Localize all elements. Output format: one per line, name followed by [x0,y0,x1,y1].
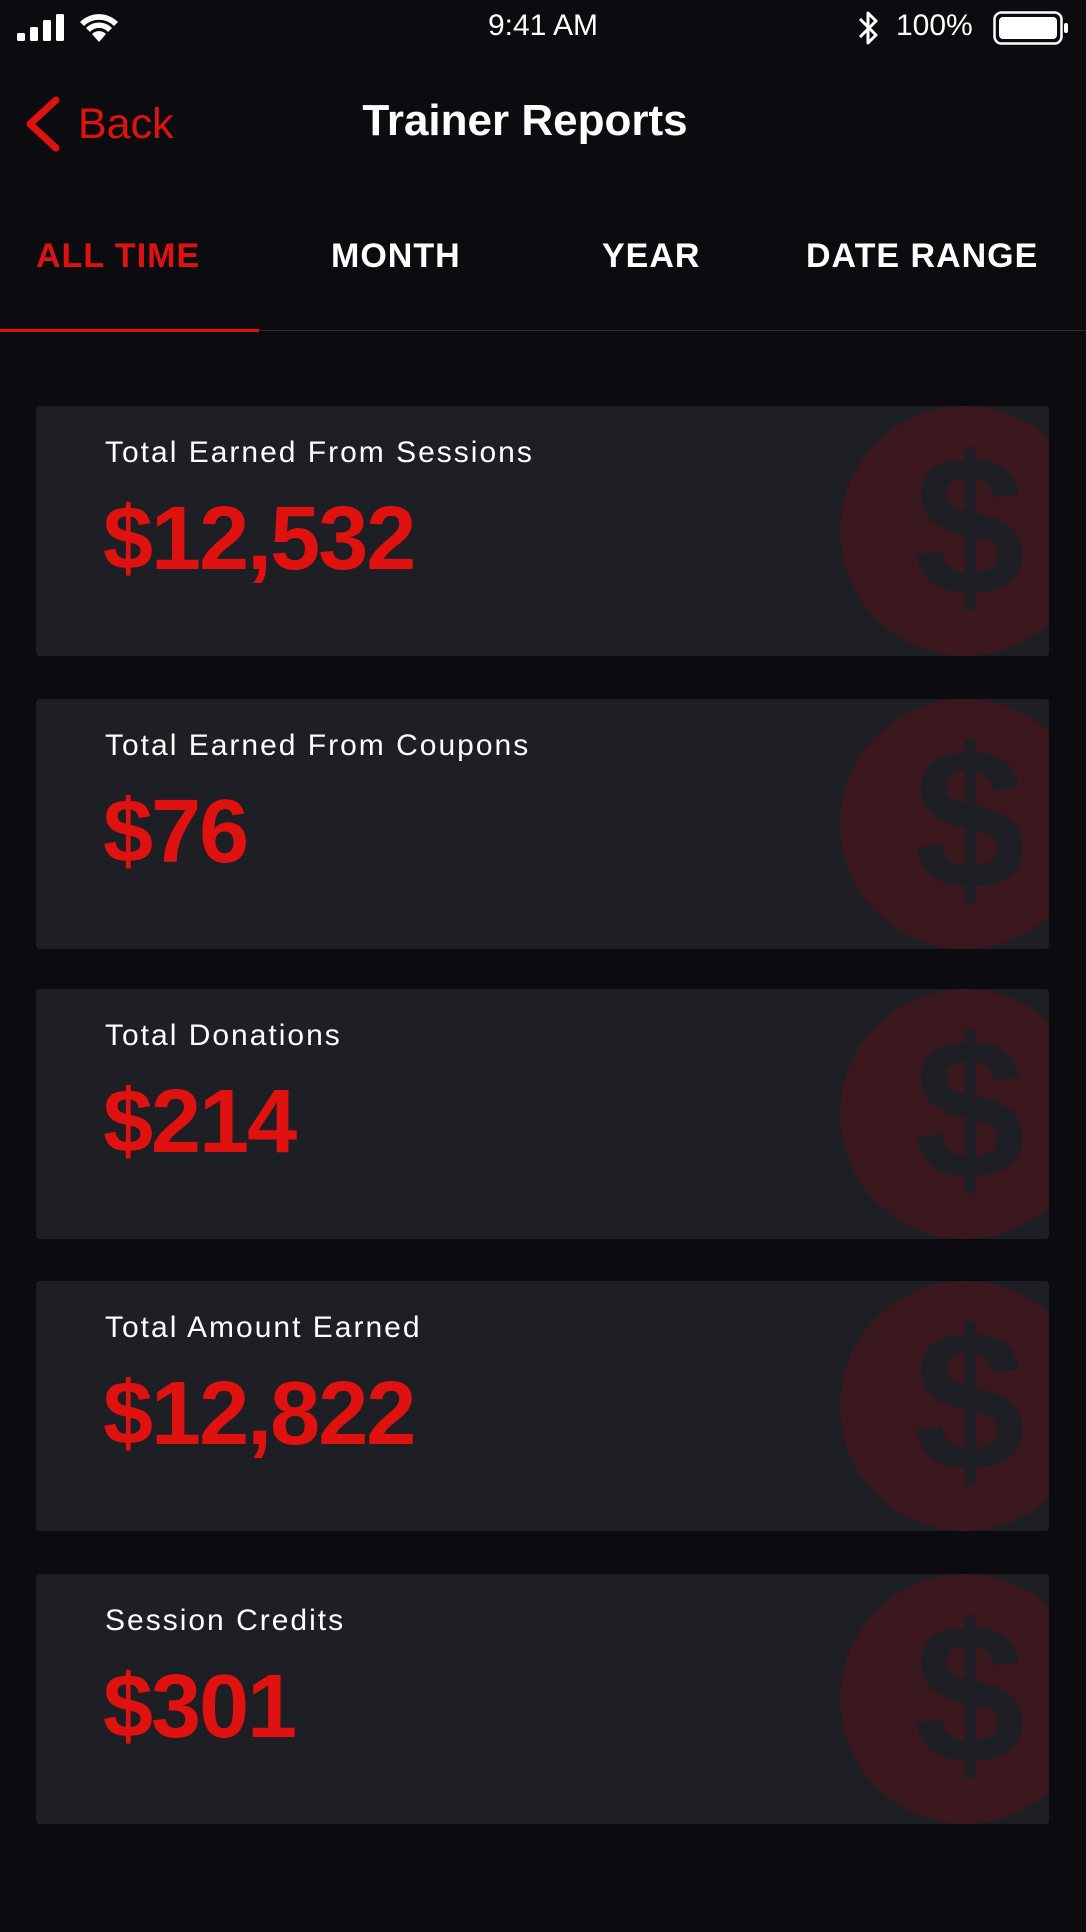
card-value: $214 [103,1072,297,1172]
dollar-icon: $ [914,1583,1026,1806]
report-card-donations: $ Total Donations $214 [36,989,1049,1239]
page-title: Trainer Reports [362,96,688,145]
dollar-icon: $ [914,708,1026,931]
dollar-icon: $ [914,1290,1026,1513]
card-value: $12,532 [103,489,416,589]
report-card-session-credits: $ Session Credits $301 [36,1574,1049,1824]
dollar-icon: $ [914,998,1026,1221]
active-tab-indicator [0,329,259,332]
card-value: $76 [103,782,249,882]
tab-month[interactable]: MONTH [331,237,461,276]
card-value: $12,822 [103,1364,416,1464]
period-tabs: ALL TIME MONTH YEAR DATE RANGE [0,225,1086,332]
battery-percent: 100% [896,9,973,42]
bluetooth-icon [858,11,878,45]
navigation-bar: Back Trainer Reports [0,60,1086,180]
card-label: Total Earned From Coupons [105,729,531,762]
report-card-coupons: $ Total Earned From Coupons $76 [36,699,1049,949]
tab-date-range[interactable]: DATE RANGE [806,237,1038,276]
card-label: Total Earned From Sessions [105,436,534,469]
tab-all-time[interactable]: ALL TIME [36,237,200,276]
card-label: Session Credits [105,1604,346,1637]
dollar-icon: $ [914,415,1026,638]
status-bar: 9:41 AM 100% [0,0,1086,54]
battery-full-icon [993,11,1068,45]
report-card-total-earned: $ Total Amount Earned $12,822 [36,1281,1049,1531]
card-label: Total Amount Earned [105,1311,422,1344]
tab-year[interactable]: YEAR [602,237,700,276]
report-card-sessions: $ Total Earned From Sessions $12,532 [36,406,1049,656]
card-label: Total Donations [105,1019,342,1052]
card-value: $301 [103,1657,297,1757]
